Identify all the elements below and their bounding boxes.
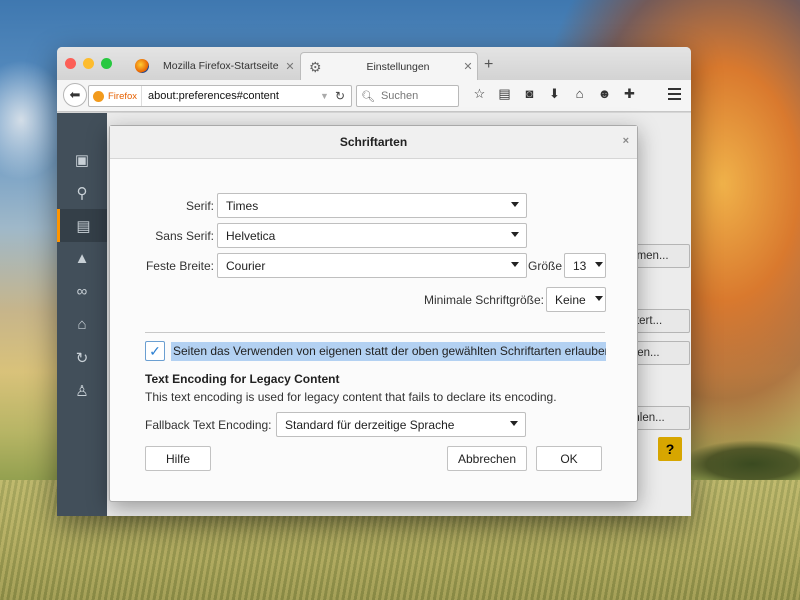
divider (145, 332, 605, 333)
chevron-down-icon (511, 262, 519, 267)
url-text[interactable]: about:preferences#content (142, 90, 320, 102)
min-size-select[interactable]: Keine (546, 287, 606, 312)
fonts-dialog: Schriftarten × Serif: Times Sans Serif: … (109, 125, 638, 502)
document-icon: ▤ (76, 217, 91, 235)
pocket-icon[interactable]: ◙ (517, 86, 542, 102)
sans-serif-select[interactable]: Helvetica (217, 223, 527, 248)
monospace-value: Courier (226, 258, 266, 273)
firefox-icon (93, 90, 104, 102)
chevron-down-icon (595, 296, 603, 301)
preferences-sidebar: ▣ ⚲ ▤ ▲ ∞ ⌂ ↻ ♙ (57, 113, 107, 516)
tab-label: Einstellungen (366, 60, 430, 73)
reload-icon[interactable]: ↻ (335, 89, 345, 103)
sidebar-item-search[interactable]: ⚲ (57, 176, 107, 209)
general-icon: ▣ (74, 151, 90, 169)
home-icon[interactable]: ⌂ (567, 86, 592, 102)
arrow-left-icon: ⬅ (69, 87, 81, 102)
wallpaper-trees (680, 440, 800, 480)
serif-select[interactable]: Times (217, 193, 527, 218)
size-label: Größe (528, 259, 563, 273)
sidebar-item-advanced[interactable]: ♙ (57, 374, 107, 407)
close-window-button[interactable] (65, 58, 76, 69)
identity-box[interactable]: Firefox (89, 86, 143, 106)
tab-label: Mozilla Firefox-Startseite (163, 60, 279, 72)
checkmark-icon: ✓ (149, 342, 161, 359)
fallback-encoding-label: Fallback Text Encoding: (145, 418, 272, 432)
chevron-down-icon (511, 202, 519, 207)
size-value: 13 (573, 258, 587, 273)
close-icon[interactable]: × (623, 135, 629, 147)
search-icon: 🔍︎ (361, 90, 375, 103)
search-icon: ⚲ (76, 184, 88, 202)
url-bar[interactable]: Firefox about:preferences#content ▼ ↻ (88, 85, 352, 107)
fallback-encoding-value: Standard für derzeitige Sprache (285, 417, 455, 432)
sidebar-item-applications[interactable]: ▲ (57, 242, 107, 275)
bookmark-star-icon[interactable]: ☆ (467, 86, 492, 102)
zoom-window-button[interactable] (101, 58, 112, 69)
chevron-down-icon (510, 421, 518, 426)
dialog-header: Schriftarten × (110, 126, 637, 159)
sidebar-item-sync[interactable]: ↻ (57, 341, 107, 374)
sans-serif-label: Sans Serif: (155, 229, 214, 243)
extension-icon[interactable]: ✚ (617, 86, 642, 102)
download-icon[interactable]: ⬇ (542, 86, 567, 102)
min-size-value: Keine (555, 292, 586, 307)
toolbar-icons: ☆ ▤ ◙ ⬇ ⌂ ☻ ✚ (467, 86, 642, 102)
serif-value: Times (226, 198, 259, 213)
close-icon[interactable]: ✕ (459, 60, 477, 73)
sidebar-item-general[interactable]: ▣ (57, 143, 107, 176)
chevron-down-icon (595, 262, 603, 267)
search-placeholder: Suchen (380, 90, 419, 102)
gear-icon: ⚙ (309, 58, 322, 75)
sync-icon: ↻ (75, 349, 89, 367)
chat-icon[interactable]: ☻ (592, 86, 617, 102)
chevron-down-icon (511, 232, 519, 237)
tab-settings[interactable]: ⚙ Einstellungen ✕ (300, 52, 478, 80)
wizard-hat-icon: ♙ (75, 382, 89, 400)
ok-button[interactable]: OK (536, 446, 602, 471)
encoding-description: This text encoding is used for legacy co… (145, 390, 557, 404)
size-select[interactable]: 13 (564, 253, 606, 278)
monospace-label: Feste Breite: (145, 259, 214, 273)
encoding-heading: Text Encoding for Legacy Content (145, 372, 340, 386)
chevron-down-icon[interactable]: ▼ (320, 91, 329, 101)
sans-serif-value: Helvetica (226, 228, 276, 243)
serif-label: Serif: (185, 199, 214, 213)
identity-label: Firefox (108, 90, 138, 102)
firefox-icon (135, 59, 149, 73)
lock-icon: ⌂ (77, 316, 87, 333)
navigation-toolbar: ⬅ Firefox about:preferences#content ▼ ↻ … (57, 80, 691, 112)
close-icon[interactable]: ✕ (281, 60, 299, 73)
min-size-label: Minimale Schriftgröße: (423, 293, 544, 307)
dialog-title: Schriftarten (339, 135, 408, 149)
allow-page-fonts-label[interactable]: Seiten das Verwenden von eigenen statt d… (171, 342, 606, 361)
search-input[interactable]: 🔍︎ Suchen (356, 85, 459, 107)
sidebar-item-content[interactable]: ▤ (57, 209, 107, 242)
back-button[interactable]: ⬅ (63, 83, 87, 107)
sidebar-item-privacy[interactable]: ∞ (57, 275, 107, 308)
rocket-icon: ▲ (74, 250, 90, 267)
allow-page-fonts-checkbox[interactable]: ✓ (145, 341, 165, 361)
cancel-button[interactable]: Abbrechen (447, 446, 527, 471)
tab-bar: Mozilla Firefox-Startseite ✕ ⚙ Einstellu… (57, 47, 691, 80)
new-tab-button[interactable]: + (484, 56, 493, 74)
minimize-window-button[interactable] (83, 58, 94, 69)
tab-firefox-startpage[interactable]: Mozilla Firefox-Startseite ✕ (127, 52, 299, 80)
bookmarks-list-icon[interactable]: ▤ (492, 86, 517, 102)
monospace-select[interactable]: Courier (217, 253, 527, 278)
menu-icon[interactable] (668, 88, 681, 103)
fallback-encoding-select[interactable]: Standard für derzeitige Sprache (276, 412, 526, 437)
sidebar-item-security[interactable]: ⌂ (57, 308, 107, 341)
help-button[interactable]: Hilfe (145, 446, 211, 471)
mask-icon: ∞ (76, 283, 88, 300)
